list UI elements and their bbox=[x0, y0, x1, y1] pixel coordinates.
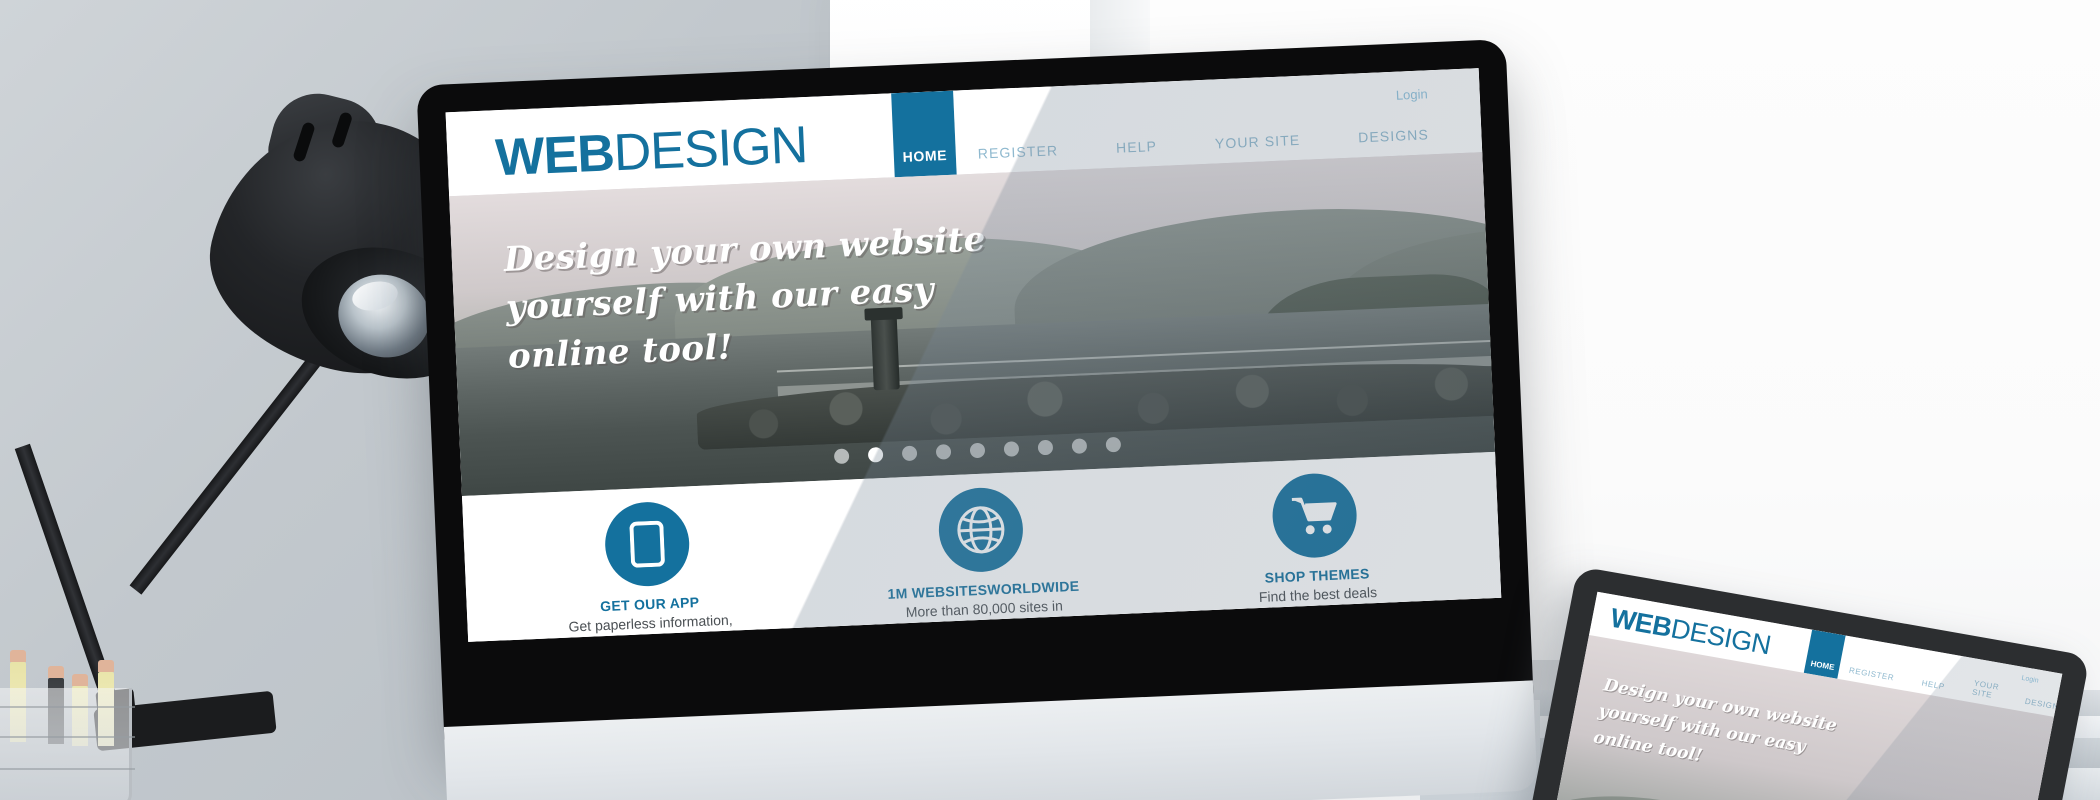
shopping-cart-icon bbox=[1270, 471, 1359, 560]
feature-desc-line-1: More than 80,000 sites in bbox=[905, 597, 1064, 621]
nav-item-home[interactable]: HOME bbox=[891, 90, 957, 178]
feature-card-app[interactable]: GET OUR APP Get paperless information, o… bbox=[516, 497, 782, 642]
hero-headline: Design your own website yourself with ou… bbox=[503, 215, 991, 380]
tablet-nav-item-register[interactable]: REGISTER bbox=[1848, 666, 1895, 683]
carousel-dot[interactable] bbox=[833, 448, 850, 465]
monitor-screen[interactable]: WEBDESIGN HOME REGISTER HELP YOUR SITE D… bbox=[445, 68, 1502, 642]
carousel-dot[interactable] bbox=[935, 444, 952, 460]
nav-item-help[interactable]: HELP bbox=[1116, 138, 1158, 156]
nav-item-your-site[interactable]: YOUR SITE bbox=[1215, 132, 1301, 152]
logo-light-part: DESIGN bbox=[612, 115, 809, 183]
carousel-dot[interactable] bbox=[969, 442, 986, 459]
tablet-nav-item-your-site[interactable]: YOUR SITE bbox=[1971, 679, 2000, 701]
carousel-dot[interactable] bbox=[1105, 436, 1122, 453]
carousel-dot[interactable] bbox=[901, 445, 918, 462]
desktop-monitor: WEBDESIGN HOME REGISTER HELP YOUR SITE D… bbox=[416, 39, 1538, 800]
carousel-dot[interactable] bbox=[1037, 439, 1054, 456]
login-link[interactable]: Login bbox=[1396, 86, 1428, 102]
carousel-dot[interactable] bbox=[1003, 441, 1020, 457]
tablet-mountain bbox=[1693, 786, 1989, 800]
mobile-phone-icon bbox=[603, 500, 691, 588]
feature-card-worldwide[interactable]: 1M WEBSITESWORLDWIDE More than 80,000 si… bbox=[849, 482, 1115, 636]
nav-item-designs[interactable]: DESIGNS bbox=[1358, 126, 1429, 145]
cup-holder bbox=[0, 688, 135, 800]
tablet-logo-bold-part: WEB bbox=[1607, 602, 1675, 643]
feature-desc-line-1: Find the best deals bbox=[1258, 584, 1378, 606]
website-page: WEBDESIGN HOME REGISTER HELP YOUR SITE D… bbox=[445, 68, 1502, 642]
feature-card-shop[interactable]: SHOP THEMES Find the best deals bbox=[1183, 468, 1449, 615]
tablet-mountain bbox=[1526, 778, 1768, 800]
tablet-nav-item-help[interactable]: HELP bbox=[1921, 679, 1946, 692]
carousel-dot[interactable] bbox=[1071, 438, 1088, 454]
logo-bold-part: WEB bbox=[494, 124, 616, 188]
globe-icon bbox=[937, 486, 1025, 574]
hero-carousel: Design your own website yourself with ou… bbox=[449, 152, 1496, 497]
carousel-dot[interactable] bbox=[867, 446, 884, 463]
tablet-nav-item-home[interactable]: HOME bbox=[1803, 629, 1846, 679]
nav-item-register[interactable]: REGISTER bbox=[977, 142, 1058, 161]
site-logo[interactable]: WEBDESIGN bbox=[494, 115, 808, 188]
tablet-hero-headline: Design your own website yourself with ou… bbox=[1591, 672, 1839, 791]
desk-scene: WEBDESIGN HOME REGISTER HELP YOUR SITE D… bbox=[0, 0, 2100, 800]
